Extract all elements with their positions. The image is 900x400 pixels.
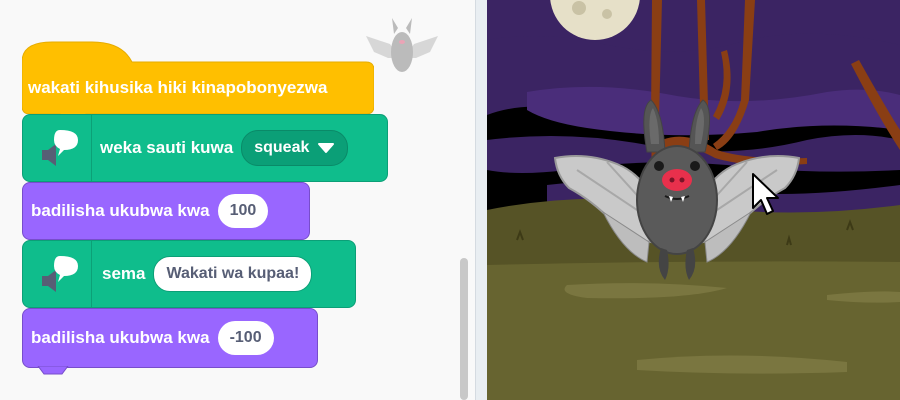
set-sound-block[interactable]: weka sauti kuwa squeak (22, 114, 388, 182)
speaker-icon (42, 270, 56, 292)
vertical-scrollbar[interactable] (460, 258, 468, 400)
block-bottom-notch (37, 366, 69, 375)
event-hat-block[interactable]: wakati kihusika hiki kinapobonyezwa (22, 38, 374, 114)
change-size-label-2: badilisha ukubwa kwa (31, 328, 210, 347)
size-input-1-value: 100 (229, 202, 257, 219)
set-sound-label: weka sauti kuwa (100, 138, 234, 157)
caret-down-icon (318, 143, 335, 153)
text-to-speech-extension-icon-2 (23, 241, 92, 307)
speech-bubble-icon (54, 256, 78, 282)
say-text-input[interactable]: Wakati wa kupaa! (153, 256, 313, 292)
sound-dropdown[interactable]: squeak (241, 130, 349, 166)
say-block[interactable]: sema Wakati wa kupaa! (22, 240, 356, 308)
mouse-pointer-icon (752, 173, 779, 215)
sound-dropdown-value: squeak (254, 139, 310, 156)
stage[interactable] (487, 0, 900, 400)
size-input-2[interactable]: -100 (217, 321, 274, 355)
say-label: sema (102, 264, 146, 283)
hat-block-label: wakati kihusika hiki kinapobonyezwa (28, 78, 328, 97)
say-text-value: Wakati wa kupaa! (166, 265, 300, 282)
speech-bubble-icon (54, 130, 78, 156)
change-size-label-1: badilisha ukubwa kwa (31, 201, 210, 220)
change-size-block-2[interactable]: badilisha ukubwa kwa -100 (22, 308, 318, 368)
sprite-bat-thumbnail (366, 18, 438, 72)
text-to-speech-extension-icon (23, 115, 92, 181)
size-input-2-value: -100 (229, 329, 262, 346)
code-area[interactable]: wakati kihusika hiki kinapobonyezwa weka… (0, 0, 475, 400)
speaker-icon (42, 144, 56, 166)
size-input-1[interactable]: 100 (217, 194, 269, 228)
change-size-block-1[interactable]: badilisha ukubwa kwa 100 (22, 182, 310, 240)
